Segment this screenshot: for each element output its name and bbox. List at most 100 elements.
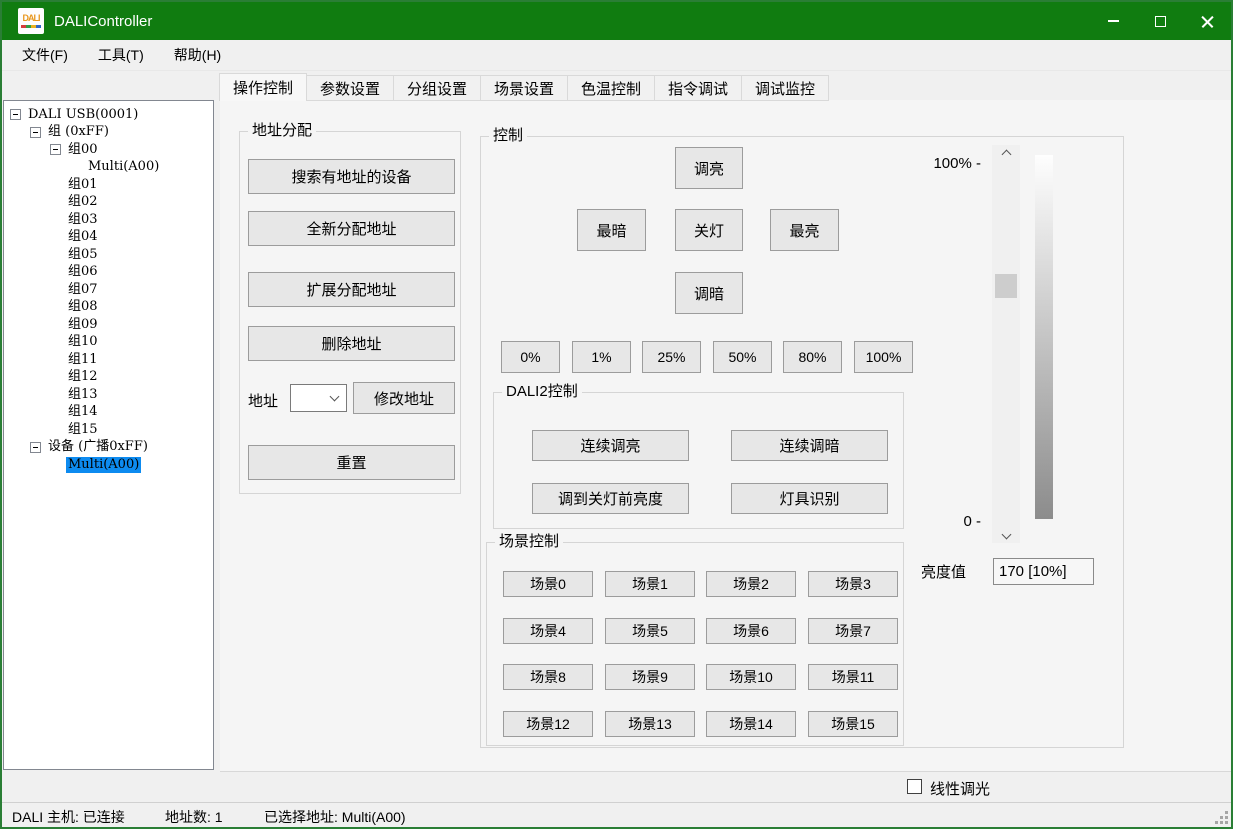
search-addressed-devices-button[interactable]: 搜索有地址的设备 [248,159,455,194]
scene-10-button[interactable]: 场景10 [706,664,796,690]
bottom-strip: 线性调光 [2,772,1231,802]
percent-1-button[interactable]: 1% [572,341,631,373]
tab-color-temp-control[interactable]: 色温控制 [567,75,655,101]
tree-node-multi-a00[interactable]: Multi(A00) [4,159,213,177]
titlebar: DALI DALIController [2,2,1231,40]
tree-node-group01[interactable]: 组01 [4,176,213,194]
menu-file[interactable]: 文件(F) [12,41,78,69]
status-host-connection: DALI 主机: 已连接 [12,807,125,827]
scene-0-button[interactable]: 场景0 [503,571,593,597]
modify-address-button[interactable]: 修改地址 [353,382,455,414]
scene-9-button[interactable]: 场景9 [605,664,695,690]
tree-node-device-broadcast[interactable]: 设备 (广播0xFF) [4,439,213,457]
app-icon: DALI [18,8,44,34]
scale-0-label: 0 - [891,513,981,530]
chevron-down-icon [1001,529,1011,539]
lamp-off-button[interactable]: 关灯 [675,209,743,251]
scene-15-button[interactable]: 场景15 [808,711,898,737]
brightness-value-field[interactable]: 170 [10%] [993,558,1094,585]
tree-node-group08[interactable]: 组08 [4,299,213,317]
continuous-dim-down-button[interactable]: 连续调暗 [731,430,888,461]
group-title: 控制 [489,127,527,145]
tree-node-group11[interactable]: 组11 [4,351,213,369]
tab-command-debug[interactable]: 指令调试 [654,75,742,101]
dim-up-button[interactable]: 调亮 [675,147,743,189]
tree-spacer [50,319,61,330]
percent-100-button[interactable]: 100% [854,341,913,373]
collapse-icon[interactable] [30,127,41,138]
menu-help[interactable]: 帮助(H) [164,41,231,69]
tree-node-group13[interactable]: 组13 [4,386,213,404]
percent-0-button[interactable]: 0% [501,341,560,373]
tab-grouping-settings[interactable]: 分组设置 [393,75,481,101]
min-brightness-button[interactable]: 最暗 [577,209,646,251]
tree-node-group00[interactable]: 组00 [4,141,213,159]
address-label: 地址 [248,390,278,411]
recall-last-level-button[interactable]: 调到关灯前亮度 [532,483,689,514]
tree-node-group14[interactable]: 组14 [4,404,213,422]
scroll-up-button[interactable] [992,145,1020,163]
brightness-scrollbar[interactable] [992,145,1020,543]
percent-50-button[interactable]: 50% [713,341,772,373]
tab-operation-control[interactable]: 操作控制 [219,73,307,101]
tab-scene-settings[interactable]: 场景设置 [480,75,568,101]
scene-3-button[interactable]: 场景3 [808,571,898,597]
continuous-dim-up-button[interactable]: 连续调亮 [532,430,689,461]
collapse-icon[interactable] [50,144,61,155]
scene-11-button[interactable]: 场景11 [808,664,898,690]
tab-parameter-settings[interactable]: 参数设置 [306,75,394,101]
resize-grip[interactable] [1214,810,1228,824]
tree-spacer [50,407,61,418]
scene-12-button[interactable]: 场景12 [503,711,593,737]
scene-13-button[interactable]: 场景13 [605,711,695,737]
tree-node-group10[interactable]: 组10 [4,334,213,352]
brightness-gradient-bar [1035,155,1053,519]
window-title: DALIController [54,13,152,30]
max-brightness-button[interactable]: 最亮 [770,209,839,251]
tree-node-group12[interactable]: 组12 [4,369,213,387]
tree-node-group-root[interactable]: 组 (0xFF) [4,124,213,142]
tree-node-group02[interactable]: 组02 [4,194,213,212]
luminaire-identify-button[interactable]: 灯具识别 [731,483,888,514]
tree-node-group05[interactable]: 组05 [4,246,213,264]
maximize-button[interactable] [1137,2,1184,40]
collapse-icon[interactable] [10,109,21,120]
scene-6-button[interactable]: 场景6 [706,618,796,644]
scene-14-button[interactable]: 场景14 [706,711,796,737]
close-icon [1201,15,1214,28]
tree-node-dali-usb[interactable]: DALI USB(0001) [4,106,213,124]
scene-5-button[interactable]: 场景5 [605,618,695,644]
tree-node-group03[interactable]: 组03 [4,211,213,229]
tree-node-multi-a00-selected[interactable]: Multi(A00) [4,456,213,474]
minimize-icon [1108,20,1119,22]
scene-4-button[interactable]: 场景4 [503,618,593,644]
close-button[interactable] [1184,2,1231,40]
extend-assign-addresses-button[interactable]: 扩展分配地址 [248,272,455,307]
tree-node-group04[interactable]: 组04 [4,229,213,247]
percent-25-button[interactable]: 25% [642,341,701,373]
tree-node-group07[interactable]: 组07 [4,281,213,299]
scroll-down-button[interactable] [992,525,1020,543]
tree-spacer [50,354,61,365]
assign-new-addresses-button[interactable]: 全新分配地址 [248,211,455,246]
tree-node-group06[interactable]: 组06 [4,264,213,282]
scene-2-button[interactable]: 场景2 [706,571,796,597]
scene-8-button[interactable]: 场景8 [503,664,593,690]
dali2-control-group: DALI2控制 连续调亮 连续调暗 调到关灯前亮度 灯具识别 [493,392,904,529]
scrollbar-thumb[interactable] [995,274,1017,298]
scene-1-button[interactable]: 场景1 [605,571,695,597]
address-allocation-group: 地址分配 搜索有地址的设备 全新分配地址 扩展分配地址 删除地址 地址 修改地址… [239,131,461,494]
percent-80-button[interactable]: 80% [783,341,842,373]
tree-node-group09[interactable]: 组09 [4,316,213,334]
menu-tools[interactable]: 工具(T) [88,41,154,69]
minimize-button[interactable] [1090,2,1137,40]
tree-node-group15[interactable]: 组15 [4,421,213,439]
address-combo[interactable] [290,384,347,412]
dim-down-button[interactable]: 调暗 [675,272,743,314]
scene-7-button[interactable]: 场景7 [808,618,898,644]
linear-dimming-checkbox[interactable] [907,779,922,794]
tab-debug-monitor[interactable]: 调试监控 [741,75,829,101]
reset-button[interactable]: 重置 [248,445,455,480]
collapse-icon[interactable] [30,442,41,453]
delete-address-button[interactable]: 删除地址 [248,326,455,361]
